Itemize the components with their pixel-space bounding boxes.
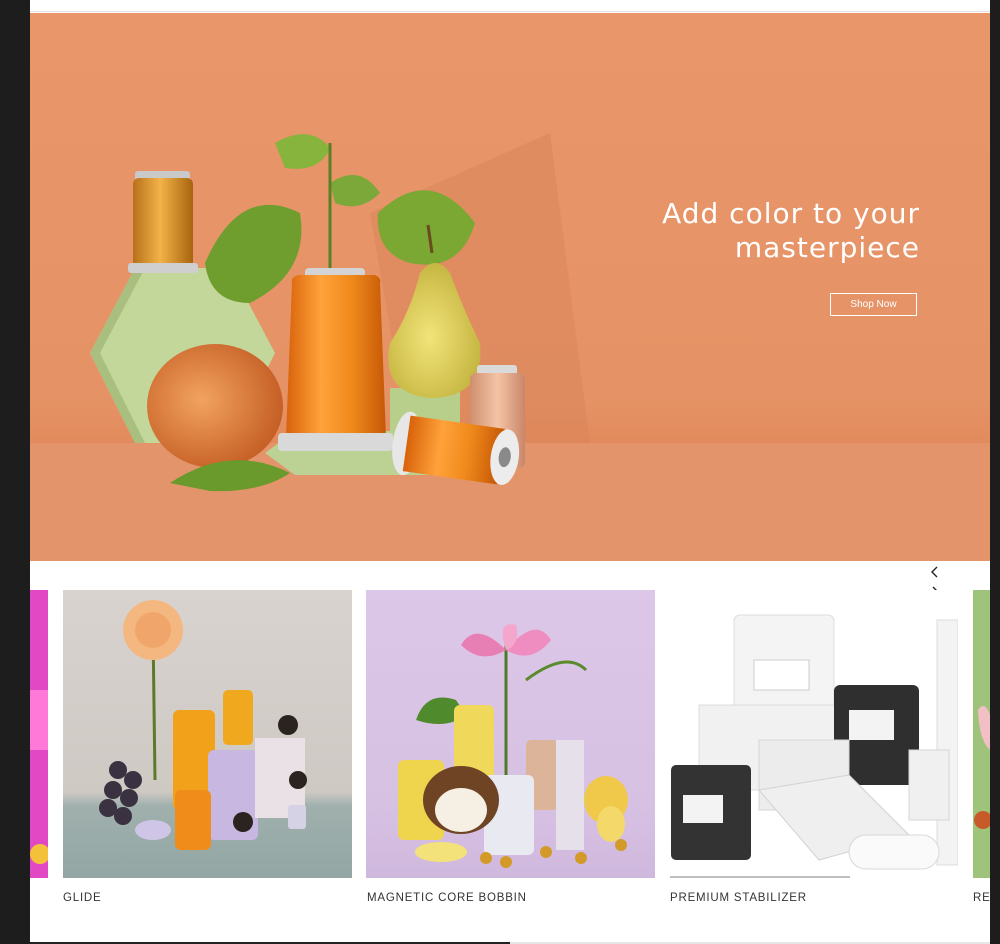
shop-now-button[interactable]: Shop Now <box>830 293 917 316</box>
product-label-glide[interactable]: GLIDE <box>63 892 102 904</box>
product-card-image-magnetic-core-bobbin[interactable] <box>366 590 655 878</box>
hero-image <box>30 133 990 561</box>
product-label-partial-right[interactable]: RE <box>973 892 990 904</box>
left-window-edge <box>0 0 30 944</box>
hero-banner[interactable]: Add color to your masterpiece Shop Now <box>30 13 990 561</box>
product-card-image-premium-stabilizer[interactable] <box>669 590 958 878</box>
product-label-magnetic-core-bobbin[interactable]: MAGNETIC CORE BOBBIN <box>367 892 527 904</box>
product-card-image-glide[interactable] <box>63 590 352 878</box>
logo[interactable] <box>148 0 184 4</box>
hero-title: Add color to your masterpiece <box>662 197 920 264</box>
active-card-underline <box>670 876 850 878</box>
carousel-nav <box>928 564 958 598</box>
product-card-image-partial-right[interactable] <box>973 590 990 878</box>
right-window-edge <box>990 0 1000 944</box>
chevron-left-icon[interactable] <box>928 564 942 580</box>
page: Add color to your masterpiece Shop Now G… <box>30 0 990 944</box>
product-label-premium-stabilizer[interactable]: PREMIUM STABILIZER <box>670 892 807 904</box>
product-card-image-partial-left[interactable] <box>30 590 48 878</box>
apple <box>147 344 283 468</box>
top-header <box>30 0 990 12</box>
